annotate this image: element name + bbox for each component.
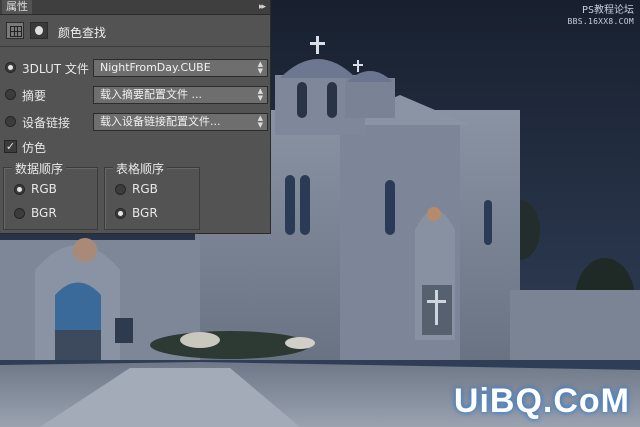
data-order-group: 数据顺序 RGB BGR [3,160,98,230]
select-device-link-profile[interactable]: 载入设备链接配置文件... ▲ ▼ [93,113,268,131]
layer-mask-icon[interactable] [30,22,48,39]
table-order-label: 表格顺序 [113,160,168,177]
panel-menu-icon[interactable]: ▸▸ [259,0,266,14]
dither-label: 仿色 [22,141,47,155]
site-watermark-logo: UiBQ.CoM [453,382,630,420]
table-order-group: 表格顺序 RGB BGR [104,160,200,230]
table-order-radio-rgb[interactable] [115,184,126,195]
data-order-label: 数据顺序 [12,160,67,177]
properties-panel: 属性 ▸▸ 颜色查找 3DLUT 文件 NightFromDay.CUBE ▲ ▼… [0,0,271,234]
data-order-bgr-label: BGR [31,206,57,220]
option-row-3dlut: 3DLUT 文件 NightFromDay.CUBE ▲ ▼ [0,58,270,78]
panel-titlebar: 属性 ▸▸ [0,0,270,15]
chevron-updown-icon: ▲ ▼ [257,87,263,102]
data-order-radio-rgb[interactable] [14,184,25,195]
forum-watermark: PS教程论坛 BBS.16XX8.COM [567,5,634,27]
radio-device-link[interactable] [5,116,16,127]
select-3dlut-file[interactable]: NightFromDay.CUBE ▲ ▼ [93,59,268,77]
table-order-bgr-label: BGR [132,206,158,220]
select-device-link-value: 载入设备链接配置文件... [100,115,221,128]
radio-3dlut[interactable] [5,62,16,73]
select-3dlut-value: NightFromDay.CUBE [100,61,211,74]
forum-watermark-line1: PS教程论坛 [581,5,634,16]
select-abstract-value: 载入摘要配置文件 ... [100,88,202,101]
table-order-radio-bgr[interactable] [115,208,126,219]
adjustment-title: 颜色查找 [58,26,107,40]
panel-header: 颜色查找 [0,18,270,47]
tab-properties[interactable]: 属性 [2,0,32,14]
label-3dlut: 3DLUT 文件 [22,62,89,76]
radio-abstract[interactable] [5,89,16,100]
forum-watermark-line2: BBS.16XX8.COM [567,17,634,26]
chevron-updown-icon: ▲ ▼ [257,60,263,75]
option-row-device-link: 设备链接 载入设备链接配置文件... ▲ ▼ [0,112,270,132]
adjustment-grid-icon[interactable] [6,22,24,39]
option-row-abstract: 摘要 载入摘要配置文件 ... ▲ ▼ [0,85,270,105]
table-order-rgb-label: RGB [132,182,158,196]
chevron-updown-icon: ▲ ▼ [257,114,263,129]
dither-checkbox[interactable]: ✓ [4,140,17,153]
label-device-link: 设备链接 [22,116,71,130]
select-abstract-profile[interactable]: 载入摘要配置文件 ... ▲ ▼ [93,86,268,104]
data-order-radio-bgr[interactable] [14,208,25,219]
data-order-rgb-label: RGB [31,182,57,196]
label-abstract: 摘要 [22,89,47,103]
